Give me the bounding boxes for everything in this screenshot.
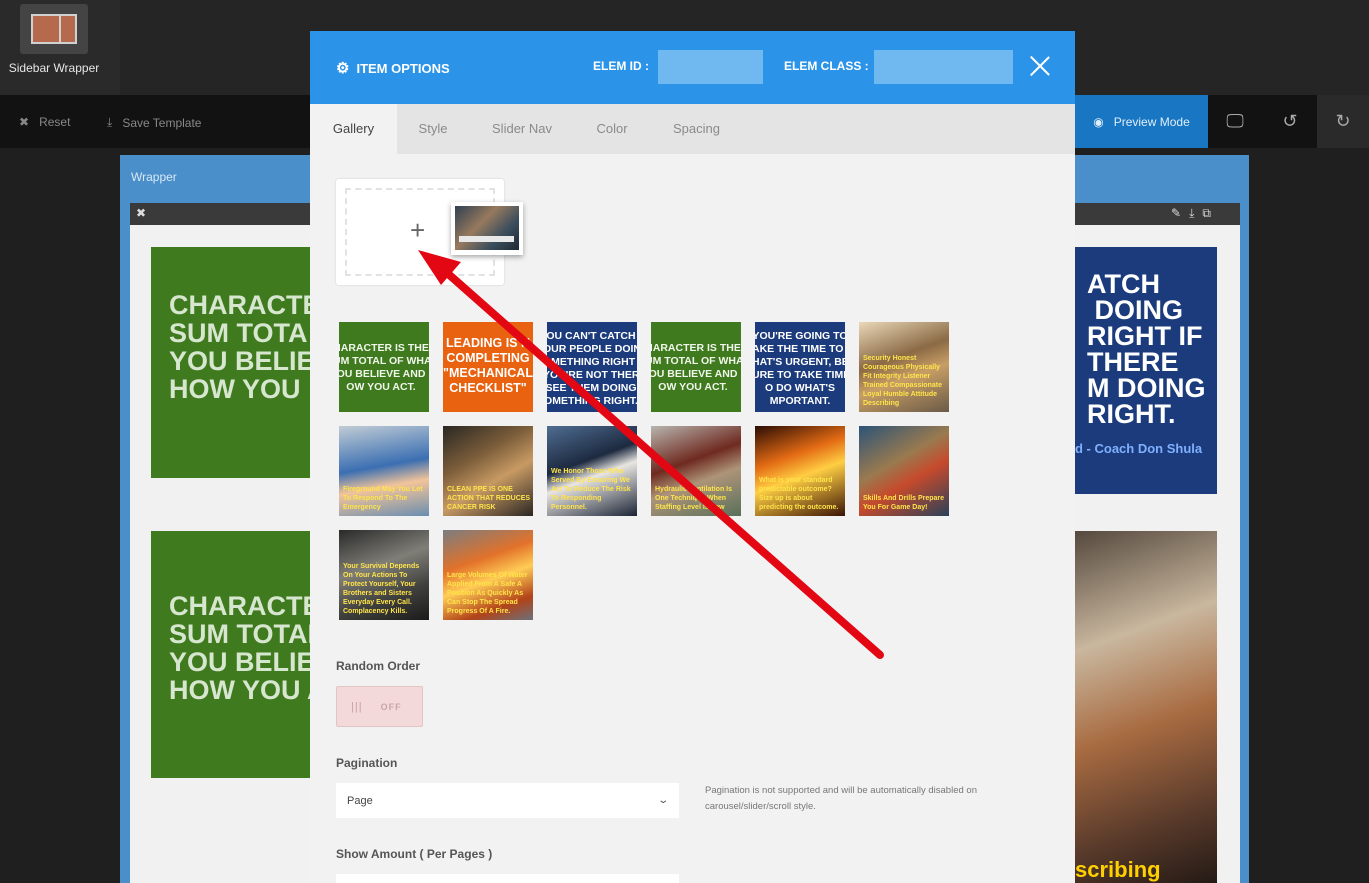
download-icon: ⤓ <box>107 115 113 129</box>
gallery-thumbnail[interactable]: Security Honest Courageous Physically Fi… <box>859 322 949 412</box>
sidebar-wrapper-label: Sidebar Wrapper <box>8 61 100 75</box>
copy-icon[interactable]: ⧉ <box>1202 206 1211 221</box>
gallery-thumbnail[interactable]: Skills And Drills Prepare You For Game D… <box>859 426 949 516</box>
elem-class-label: ELEM CLASS : <box>784 59 869 73</box>
chevron-down-icon: ⌄ <box>656 795 669 806</box>
edit-icon[interactable]: ✎ <box>1171 206 1181 221</box>
show-amount-label: Show Amount ( Per Pages ) <box>336 847 493 861</box>
pagination-note: Pagination is not supported and will be … <box>705 785 977 812</box>
show-amount-input[interactable] <box>336 874 679 883</box>
sidebar-wrapper-icon <box>20 4 88 54</box>
tab-color[interactable]: Color <box>575 104 649 154</box>
background-card-text: CHARACTE SUM TOTA YOU BELIE HOW YOU <box>169 290 311 404</box>
tab-gallery[interactable]: Gallery <box>310 104 397 154</box>
undo-button[interactable]: ↺ <box>1264 95 1316 148</box>
preview-mode-label: Preview Mode <box>1113 114 1190 129</box>
gallery-thumbnail[interactable]: Your Survival Depends On Your Actions To… <box>339 530 429 620</box>
monitor-icon: 🖵 <box>1226 111 1244 131</box>
elem-id-label: ELEM ID : <box>593 59 649 73</box>
elem-id-input[interactable] <box>658 50 763 84</box>
element-actions: ✎ ⤓ ⧉ <box>1171 206 1211 221</box>
random-order-toggle[interactable]: ||| OFF <box>336 686 423 727</box>
background-card-caption: scribing <box>1075 857 1161 882</box>
random-order-label: Random Order <box>336 659 421 673</box>
desktop-view-button[interactable]: 🖵 <box>1209 95 1261 148</box>
background-card-photo: scribing <box>1075 531 1217 883</box>
background-card-signature: d - Coach Don Shula <box>1075 441 1203 456</box>
sidebar-wrapper-widget[interactable]: Sidebar Wrapper <box>0 0 120 95</box>
pagination-select[interactable]: Page ⌄ <box>336 783 679 818</box>
gears-icon: ⚙ <box>336 60 350 77</box>
redo-button[interactable]: ↻ <box>1317 95 1369 148</box>
dragged-image-thumbnail[interactable] <box>451 202 523 255</box>
gallery-thumbnail[interactable]: We Honor Those Who Served By Ensuring We… <box>547 426 637 516</box>
background-card-text: ATCH DOING RIGHT IF THERE M DOING RIGHT. <box>1087 269 1206 429</box>
close-modal-icon[interactable] <box>1029 55 1051 77</box>
pagination-label: Pagination <box>336 756 398 770</box>
modal-title-text: ITEM OPTIONS <box>356 60 450 76</box>
reset-button[interactable]: ✖ Reset <box>19 115 70 129</box>
gallery-thumbnail[interactable]: OU CAN'T CATCH OUR PEOPLE DOING OMETHING… <box>547 322 637 412</box>
gallery-thumbnail[interactable]: What is your standard predictable outcom… <box>755 426 845 516</box>
elem-class-input[interactable] <box>874 50 1013 84</box>
background-card-green: CHARACTE SUM TOTA YOU BELIE HOW YOU <box>151 247 311 478</box>
redo-icon: ↻ <box>1335 111 1351 131</box>
gallery-thumbnail[interactable]: Hydraulic Ventilation Is One Technique W… <box>651 426 741 516</box>
gallery-thumbnail[interactable]: CLEAN PPE IS ONE ACTION THAT REDUCES CAN… <box>443 426 533 516</box>
modal-header: ⚙ ITEM OPTIONS ELEM ID : ELEM CLASS : <box>310 31 1075 104</box>
gallery-thumbnail[interactable]: Large Volumes Of Water Applied From A Sa… <box>443 530 533 620</box>
save-template-button[interactable]: ⤓ Save Template <box>107 115 201 130</box>
reset-label: Reset <box>39 115 71 129</box>
save-template-label: Save Template <box>122 115 202 130</box>
tab-slider-nav[interactable]: Slider Nav <box>469 104 575 154</box>
gallery-thumbnail[interactable]: Fireground May You Let To Respond To The… <box>339 426 429 516</box>
background-card-text: CHARACTE SUM TOTAL YOU BELIE HOW YOU A <box>169 591 311 705</box>
wrapper-label: Wrapper <box>131 170 177 184</box>
gallery-thumbnail[interactable]: HARACTER IS THE UM TOTAL OF WHAT OU BELI… <box>651 322 741 412</box>
eye-icon: ◉ <box>1093 114 1104 129</box>
toggle-state: OFF <box>380 701 402 712</box>
grip-icon: ||| <box>351 700 363 713</box>
plus-icon: + <box>410 215 426 245</box>
background-card-green: CHARACTE SUM TOTAL YOU BELIE HOW YOU A <box>151 531 311 778</box>
modal-title: ⚙ ITEM OPTIONS <box>336 59 450 77</box>
tab-spacing[interactable]: Spacing <box>649 104 744 154</box>
save-icon[interactable]: ⤓ <box>1189 206 1194 221</box>
pagination-selected-value: Page <box>347 794 373 807</box>
undo-icon: ↺ <box>1282 111 1298 131</box>
gallery-thumbnail[interactable]: HARACTER IS THE UM TOTAL OF WHAT OU BELI… <box>339 322 429 412</box>
remove-element-icon[interactable]: ✖ <box>136 206 146 220</box>
gallery-thumbnail[interactable]: LEADING IS N COMPLETING "MECHANICAL CHEC… <box>443 322 533 412</box>
preview-mode-button[interactable]: ◉ Preview Mode <box>1075 95 1208 148</box>
gallery-thumbnail[interactable]: YOU'RE GOING TO AKE THE TIME TO DO HAT'S… <box>755 322 845 412</box>
close-icon: ✖ <box>19 115 30 129</box>
modal-tabs: Gallery Style Slider Nav Color Spacing <box>310 104 1075 154</box>
item-options-modal: ⚙ ITEM OPTIONS ELEM ID : ELEM CLASS : Ga… <box>310 31 1075 883</box>
background-card-blue: ATCH DOING RIGHT IF THERE M DOING RIGHT.… <box>1075 247 1217 494</box>
tab-style[interactable]: Style <box>397 104 469 154</box>
